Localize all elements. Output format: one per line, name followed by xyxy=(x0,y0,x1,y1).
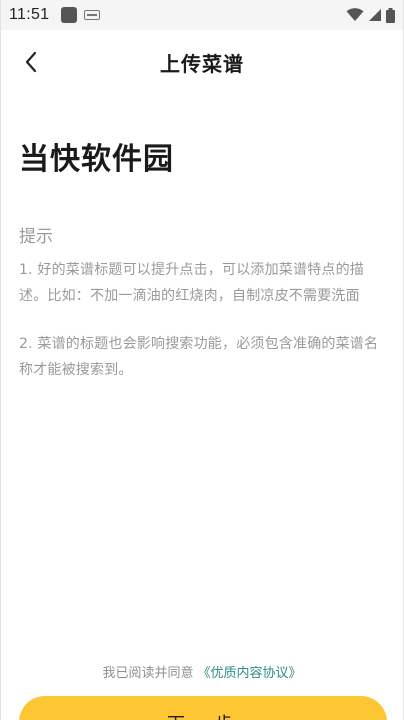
battery-icon xyxy=(386,7,395,23)
signal-icon xyxy=(369,9,381,21)
app-notification-icon xyxy=(61,7,78,23)
wifi-icon xyxy=(346,8,364,21)
chevron-left-icon xyxy=(25,51,37,73)
status-indicators xyxy=(346,7,395,23)
tip-item: 1. 好的菜谱标题可以提升点击，可以添加菜谱特点的描述。比如：不加一滴油的红烧肉… xyxy=(19,262,365,304)
recipe-title-input[interactable]: 当快软件园 xyxy=(19,134,174,178)
tip-item: 2. 菜谱的标题也会影响搜索功能，必须包含准确的菜谱名称才能被搜索到。 xyxy=(19,336,379,378)
agreement-text: 我已阅读并同意 xyxy=(102,666,194,681)
agreement-notice: 我已阅读并同意 《优质内容协议》 xyxy=(1,662,403,681)
keyboard-icon xyxy=(84,10,101,20)
upload-recipe-screen: 11:51 上传菜谱 当快软件园 提示 1. 好的菜谱标题可以提升点击，可以添加… xyxy=(0,0,404,720)
status-time: 11:51 xyxy=(9,6,50,23)
content-agreement-link[interactable]: 《优质内容协议》 xyxy=(198,666,302,681)
app-header: 上传菜谱 xyxy=(1,30,403,94)
status-bar: 11:51 xyxy=(1,0,403,30)
tips-heading: 提示 xyxy=(19,227,53,247)
page-title: 上传菜谱 xyxy=(160,51,244,76)
next-step-button[interactable]: 下一步 xyxy=(19,696,387,720)
back-button[interactable] xyxy=(19,50,43,74)
